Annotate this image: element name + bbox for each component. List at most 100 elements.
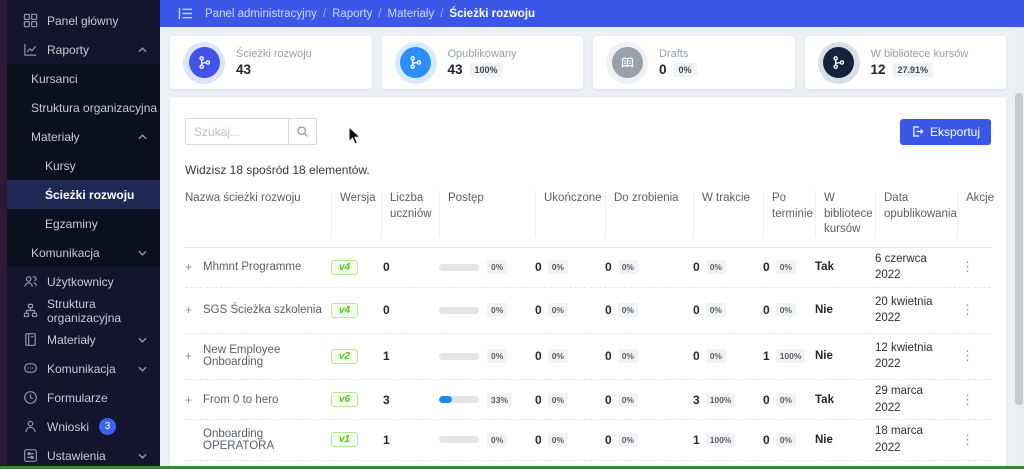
breadcrumb-separator: / [323,8,326,20]
sidebar-item-label: Kursanci [31,72,78,86]
completed-cell: 00% [535,260,605,274]
column-header: Po terminie [763,191,815,238]
in-progress-cell: 1100% [693,433,763,447]
todo-cell: 00% [605,260,693,274]
table-row[interactable]: + From 0 to hero v6 3 33% 00% 00% 3100% … [185,380,991,420]
expand-row-button[interactable]: + [185,393,192,407]
stat-cards: Ścieżki rozwoju 43 Opublikowany 43100% D… [170,36,1006,89]
overdue-cell: 00% [763,393,815,407]
column-header: Wersja [331,191,381,238]
overdue-cell: 00% [763,260,815,274]
sidebar-item-formularze[interactable]: Formularze [7,383,160,412]
card-value: 12 [871,62,886,77]
sidebar-item-ustawienia[interactable]: Ustawienia [7,441,160,469]
in-progress-cell: 00% [693,349,763,363]
row-actions-kebab[interactable]: ⋮ [957,348,978,363]
branch-icon [823,47,854,78]
sidebar-item-sciezki-rozwoju[interactable]: Ścieżki rozwoju [7,180,160,209]
version-badge: v4 [331,260,358,275]
row-actions-kebab[interactable]: ⋮ [957,259,978,274]
breadcrumb-link[interactable]: Panel administracyjny [205,8,317,20]
progress-cell: 0% [439,260,535,274]
sidebar-item-label: Ustawienia [47,449,106,463]
breadcrumb-separator: / [440,8,443,20]
vertical-scrollbar-thumb[interactable] [1015,93,1023,405]
sidebar-item-materialy[interactable]: Materiały [7,325,160,354]
card-percent-badge: 0% [674,63,697,77]
todo-cell: 00% [605,349,693,363]
column-header: Data opublikowania [875,191,957,238]
path-name: From 0 to hero [203,394,331,406]
card-label: Ścieżki rozwoju [236,48,312,60]
overdue-cell: 00% [763,303,815,317]
sidebar-item-struktura-organizacyjna-raporty[interactable]: Struktura organizacyjna [7,93,160,122]
table-row[interactable]: + SGS Ścieżka szkolenia v4 0 0% 00% 00% … [185,288,991,334]
progress-cell: 33% [439,393,535,407]
chevron-down-icon [138,250,147,256]
card-value: 43 [236,62,251,77]
breadcrumb-separator: / [378,8,381,20]
breadcrumb: Panel administracyjny / Raporty / Materi… [205,8,535,20]
version-badge: v6 [331,392,358,407]
stat-card-w-bibliotece: W bibliotece kursów 1227.91% [805,36,1007,89]
sidebar-item-egzaminy[interactable]: Egzaminy [7,209,160,238]
library-cell: Nie [815,350,875,362]
chevron-up-icon [138,47,147,53]
sidebar-item-panel-glowny[interactable]: Panel główny [7,6,160,35]
export-button[interactable]: Eksportuj [900,119,991,145]
expand-row-button[interactable]: + [185,349,192,363]
sidebar-item-materialy-raporty[interactable]: Materiały [7,122,160,151]
card-value: 0 [659,62,667,77]
vertical-scrollbar-track[interactable] [1014,27,1024,466]
search-button[interactable] [288,118,317,145]
todo-cell: 00% [605,303,693,317]
sidebar-item-wnioski[interactable]: Wnioski 3 [7,412,160,441]
row-actions-kebab[interactable]: ⋮ [957,302,978,317]
search-input[interactable] [185,118,288,145]
chevron-down-icon [138,366,147,372]
clock-icon [23,390,38,405]
row-actions-kebab[interactable]: ⋮ [957,432,978,447]
sidebar-item-kursy[interactable]: Kursy [7,151,160,180]
todo-cell: 00% [605,393,693,407]
expand-row-button[interactable]: + [185,260,192,274]
column-header: W bibliotece kursów [815,191,875,238]
book-icon [23,332,38,347]
sidebar-item-raporty[interactable]: Raporty [7,35,160,64]
progress-bar [439,307,479,314]
table-row[interactable]: + Mhmnt Programme v4 0 0% 00% 00% 00% 00… [185,248,991,288]
version-badge: v4 [331,303,358,318]
sidebar-item-struktura-organizacyjna[interactable]: Struktura organizacyjna [7,296,160,325]
column-header: Akcje [957,191,1002,238]
top-bar: Panel administracyjny / Raporty / Materi… [160,0,1024,27]
stat-card-opublikowany: Opublikowany 43100% [382,36,584,89]
row-actions-kebab[interactable]: ⋮ [957,392,978,407]
grid-icon [23,13,38,28]
chevron-up-icon [138,134,147,140]
version-badge: v1 [331,432,358,447]
progress-cell: 0% [439,349,535,363]
menu-collapse-icon[interactable] [178,7,193,20]
sidebar-item-komunikacja-raporty[interactable]: Komunikacja [7,238,160,267]
sidebar-item-label: Materiały [47,333,96,347]
column-header: Liczba uczniów [381,191,439,238]
breadcrumb-link[interactable]: Materiały [388,8,435,20]
students-count: 1 [381,349,439,363]
sidebar-item-uzytkownicy[interactable]: Użytkownicy [7,267,160,296]
progress-percent: 0% [487,349,507,363]
org-chart-icon [23,303,38,318]
table-row[interactable]: Onboarding OPERATORA v1 1 0% 00% 00% 110… [185,420,991,460]
sidebar-item-komunikacja[interactable]: Komunikacja [7,354,160,383]
publish-date: 18 marca 2022 [875,423,957,456]
breadcrumb-link[interactable]: Raporty [332,8,372,20]
wnioski-count-badge: 3 [99,418,116,435]
sidebar-item-kursanci[interactable]: Kursanci [7,64,160,93]
expand-row-button[interactable]: + [185,303,192,317]
column-header: W trakcie [693,191,763,238]
table-row[interactable]: + New Employee Onboarding v2 1 0% 00% 00… [185,334,991,380]
version-badge: v2 [331,349,358,364]
chart-icon [23,42,38,57]
sidebar: Panel główny Raporty Kursanci Struktura … [7,0,160,469]
user-icon [23,419,38,434]
progress-cell: 0% [439,433,535,447]
